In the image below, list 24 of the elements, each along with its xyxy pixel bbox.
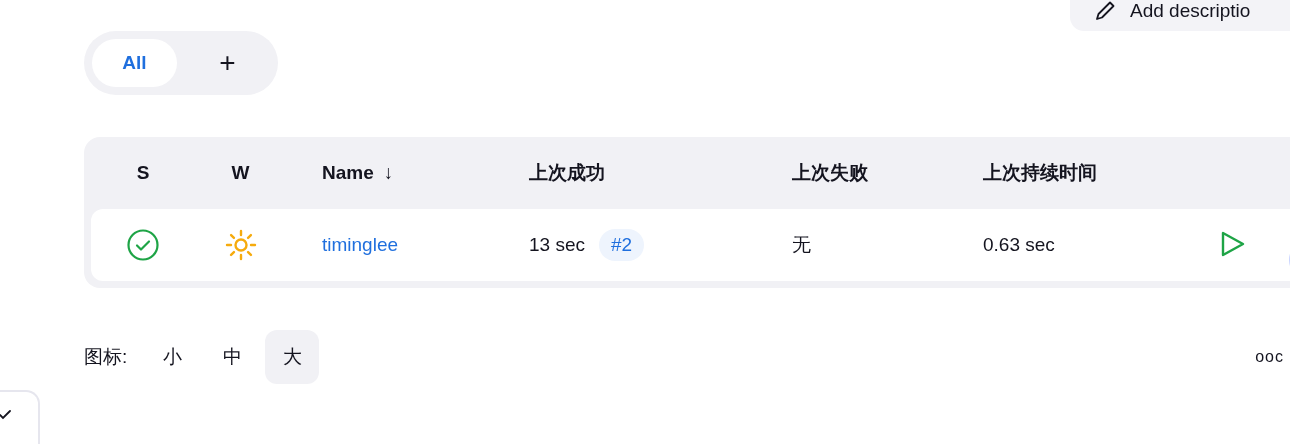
last-duration-text: 0.63 sec [982,234,1056,256]
icon-size-option[interactable]: 小 [145,330,200,384]
icon-size-option[interactable]: 中 [205,330,260,384]
icon-size-label: 图标: [84,345,128,369]
last-success-time: 13 sec [529,234,585,255]
column-header[interactable]: 上次持续时间 [973,160,1193,186]
sun-icon [224,229,257,261]
pencil-icon [1094,0,1116,22]
column-header[interactable]: 上次成功 [519,160,782,186]
column-header[interactable]: W [231,162,250,184]
build-link[interactable]: #2 [599,229,645,261]
check-icon [0,410,12,420]
icon-size-option[interactable]: 大 [265,330,320,384]
add-view-tab[interactable]: + [185,39,270,87]
view-tab[interactable]: All [92,39,177,87]
legend-link[interactable]: ooc [1255,348,1284,366]
success-check-icon [127,229,159,261]
play-icon [1220,230,1246,258]
column-header[interactable]: 上次失败 [782,160,973,186]
column-header[interactable]: S [136,162,150,184]
job-link[interactable]: timinglee [322,234,399,255]
column-header[interactable]: Name ↓ [286,162,519,184]
add-description-button[interactable]: Add descriptio [1070,0,1290,31]
last-failure-text: 无 [791,233,812,257]
